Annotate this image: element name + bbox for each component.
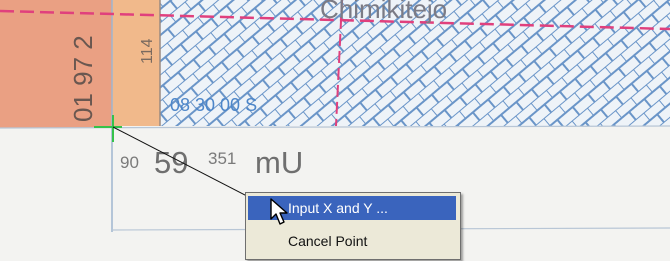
coordinate-label: 08 30 00 S [170, 95, 257, 115]
zone-unit: mU [255, 145, 303, 180]
menu-item-cancel-point[interactable]: Cancel Point [248, 229, 456, 253]
arrow-pointer-icon [270, 198, 288, 225]
zone-sub: 351 [208, 149, 236, 168]
parcel-number-label: 114 [139, 38, 156, 64]
parcel-side-number: 01 97 2 [68, 35, 98, 122]
zone-prefix: 90 [120, 153, 139, 172]
street-name-label: Chimikitejo [320, 0, 447, 24]
